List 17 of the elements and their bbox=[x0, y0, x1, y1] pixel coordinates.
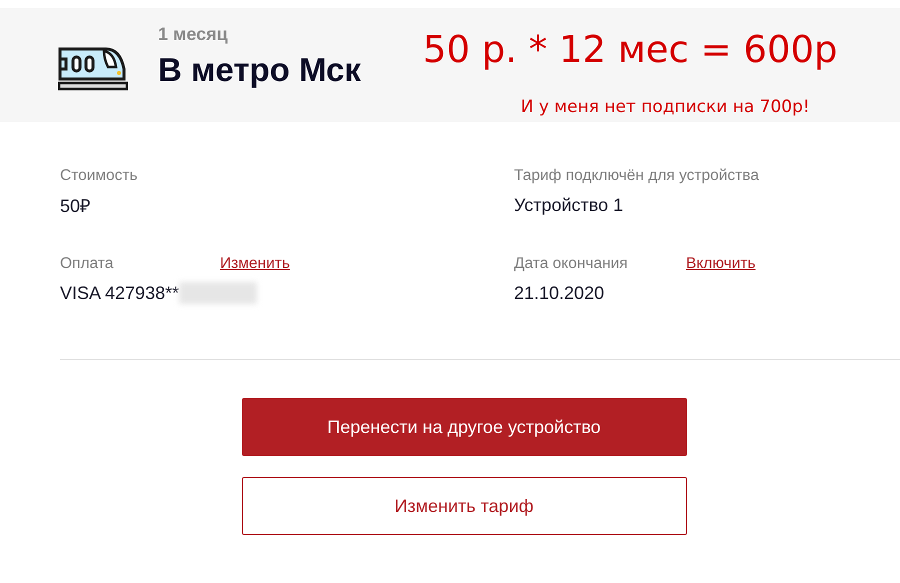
field-label: Дата окончания bbox=[514, 255, 629, 273]
period-label: 1 месяц bbox=[158, 24, 229, 45]
field-label: Стоимость bbox=[60, 167, 139, 185]
tariff-title: В метро Мск bbox=[158, 51, 361, 89]
field-value: Устройство 1 bbox=[514, 194, 624, 216]
action-button[interactable]: Перенести на другое устройство bbox=[242, 398, 686, 456]
field-link[interactable]: Включить bbox=[686, 255, 756, 273]
field-value: 21.10.2020 bbox=[514, 282, 604, 304]
train-icon bbox=[58, 45, 128, 91]
field-link[interactable]: Изменить bbox=[220, 255, 290, 273]
field-label: Тариф подключён для устройства bbox=[514, 167, 759, 185]
annotation-formula: 50 р. * 12 мес = 600р bbox=[422, 28, 838, 71]
field-label: Оплата bbox=[60, 255, 114, 273]
field-value: VISA 427938** bbox=[60, 282, 180, 304]
action-button[interactable]: Изменить тариф bbox=[242, 477, 686, 535]
annotation-note: И у меня нет подписки на 700р! bbox=[520, 97, 810, 117]
field-value: 50₽ bbox=[60, 195, 90, 217]
